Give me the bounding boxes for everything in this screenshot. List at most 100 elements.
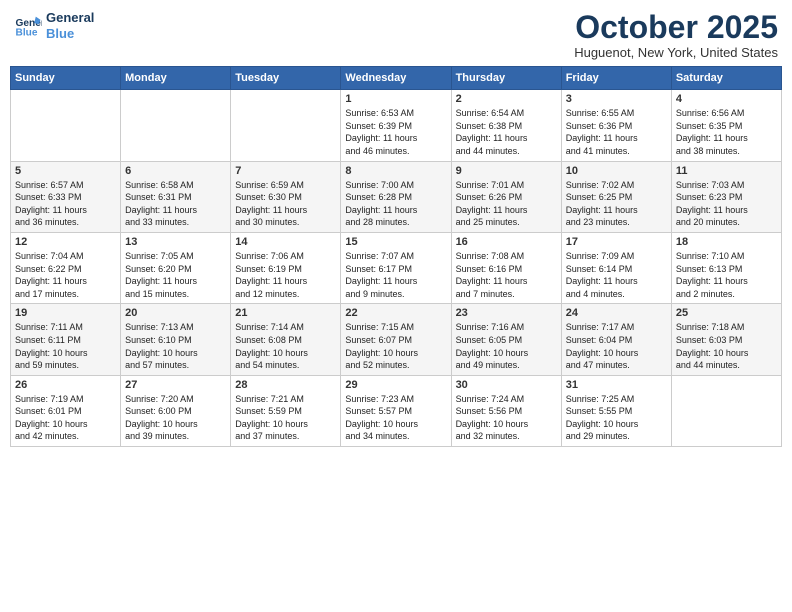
calendar-cell: 24 Sunrise: 7:17 AM Sunset: 6:04 PM Dayli… (561, 304, 671, 375)
day-info: Sunrise: 7:14 AM Sunset: 6:08 PM Dayligh… (235, 321, 336, 371)
day-info: Sunrise: 6:55 AM Sunset: 6:36 PM Dayligh… (566, 107, 667, 157)
day-info: Sunrise: 7:19 AM Sunset: 6:01 PM Dayligh… (15, 393, 116, 443)
day-info: Sunrise: 7:15 AM Sunset: 6:07 PM Dayligh… (345, 321, 446, 371)
day-info: Sunrise: 7:10 AM Sunset: 6:13 PM Dayligh… (676, 250, 777, 300)
day-header-saturday: Saturday (671, 67, 781, 90)
calendar-table: SundayMondayTuesdayWednesdayThursdayFrid… (10, 66, 782, 447)
day-number: 2 (456, 93, 557, 105)
day-header-thursday: Thursday (451, 67, 561, 90)
day-number: 20 (125, 307, 226, 319)
calendar-cell (671, 375, 781, 446)
day-number: 21 (235, 307, 336, 319)
day-number: 23 (456, 307, 557, 319)
day-info: Sunrise: 7:09 AM Sunset: 6:14 PM Dayligh… (566, 250, 667, 300)
calendar-header-row: SundayMondayTuesdayWednesdayThursdayFrid… (11, 67, 782, 90)
calendar-cell: 21 Sunrise: 7:14 AM Sunset: 6:08 PM Dayli… (231, 304, 341, 375)
day-info: Sunrise: 7:18 AM Sunset: 6:03 PM Dayligh… (676, 321, 777, 371)
day-info: Sunrise: 7:08 AM Sunset: 6:16 PM Dayligh… (456, 250, 557, 300)
calendar-cell: 26 Sunrise: 7:19 AM Sunset: 6:01 PM Dayli… (11, 375, 121, 446)
day-number: 27 (125, 379, 226, 391)
day-header-tuesday: Tuesday (231, 67, 341, 90)
day-number: 24 (566, 307, 667, 319)
day-info: Sunrise: 7:06 AM Sunset: 6:19 PM Dayligh… (235, 250, 336, 300)
day-number: 7 (235, 165, 336, 177)
day-number: 10 (566, 165, 667, 177)
day-number: 3 (566, 93, 667, 105)
day-info: Sunrise: 7:25 AM Sunset: 5:55 PM Dayligh… (566, 393, 667, 443)
day-info: Sunrise: 7:24 AM Sunset: 5:56 PM Dayligh… (456, 393, 557, 443)
day-info: Sunrise: 7:07 AM Sunset: 6:17 PM Dayligh… (345, 250, 446, 300)
day-info: Sunrise: 7:16 AM Sunset: 6:05 PM Dayligh… (456, 321, 557, 371)
calendar-cell (11, 90, 121, 161)
calendar-cell: 10 Sunrise: 7:02 AM Sunset: 6:25 PM Dayli… (561, 161, 671, 232)
day-number: 12 (15, 236, 116, 248)
calendar-cell: 12 Sunrise: 7:04 AM Sunset: 6:22 PM Dayli… (11, 232, 121, 303)
day-number: 30 (456, 379, 557, 391)
day-header-wednesday: Wednesday (341, 67, 451, 90)
day-number: 5 (15, 165, 116, 177)
day-number: 31 (566, 379, 667, 391)
calendar-cell: 22 Sunrise: 7:15 AM Sunset: 6:07 PM Dayli… (341, 304, 451, 375)
day-number: 28 (235, 379, 336, 391)
day-number: 17 (566, 236, 667, 248)
day-info: Sunrise: 7:11 AM Sunset: 6:11 PM Dayligh… (15, 321, 116, 371)
day-info: Sunrise: 6:59 AM Sunset: 6:30 PM Dayligh… (235, 179, 336, 229)
calendar-cell: 28Sunrise: 7:21 AM Sunset: 5:59 PM Dayli… (231, 375, 341, 446)
calendar-week-2: 5 Sunrise: 6:57 AM Sunset: 6:33 PM Daylig… (11, 161, 782, 232)
calendar-week-3: 12 Sunrise: 7:04 AM Sunset: 6:22 PM Dayli… (11, 232, 782, 303)
day-number: 4 (676, 93, 777, 105)
calendar-cell: 4Sunrise: 6:56 AM Sunset: 6:35 PM Daylig… (671, 90, 781, 161)
calendar-cell: 14 Sunrise: 7:06 AM Sunset: 6:19 PM Dayli… (231, 232, 341, 303)
day-info: Sunrise: 6:57 AM Sunset: 6:33 PM Dayligh… (15, 179, 116, 229)
day-info: Sunrise: 7:05 AM Sunset: 6:20 PM Dayligh… (125, 250, 226, 300)
calendar-cell: 1Sunrise: 6:53 AM Sunset: 6:39 PM Daylig… (341, 90, 451, 161)
day-info: Sunrise: 7:01 AM Sunset: 6:26 PM Dayligh… (456, 179, 557, 229)
calendar-cell: 15 Sunrise: 7:07 AM Sunset: 6:17 PM Dayli… (341, 232, 451, 303)
location-subtitle: Huguenot, New York, United States (574, 45, 778, 60)
calendar-cell: 31 Sunrise: 7:25 AM Sunset: 5:55 PM Dayli… (561, 375, 671, 446)
calendar-cell: 8Sunrise: 7:00 AM Sunset: 6:28 PM Daylig… (341, 161, 451, 232)
day-info: Sunrise: 7:23 AM Sunset: 5:57 PM Dayligh… (345, 393, 446, 443)
calendar-cell: 19 Sunrise: 7:11 AM Sunset: 6:11 PM Dayli… (11, 304, 121, 375)
calendar-cell: 13Sunrise: 7:05 AM Sunset: 6:20 PM Dayli… (121, 232, 231, 303)
day-info: Sunrise: 7:04 AM Sunset: 6:22 PM Dayligh… (15, 250, 116, 300)
calendar-cell: 5 Sunrise: 6:57 AM Sunset: 6:33 PM Daylig… (11, 161, 121, 232)
day-info: Sunrise: 7:20 AM Sunset: 6:00 PM Dayligh… (125, 393, 226, 443)
calendar-cell: 27 Sunrise: 7:20 AM Sunset: 6:00 PM Dayli… (121, 375, 231, 446)
day-header-monday: Monday (121, 67, 231, 90)
day-number: 16 (456, 236, 557, 248)
day-number: 6 (125, 165, 226, 177)
day-number: 11 (676, 165, 777, 177)
day-info: Sunrise: 6:54 AM Sunset: 6:38 PM Dayligh… (456, 107, 557, 157)
day-info: Sunrise: 6:58 AM Sunset: 6:31 PM Dayligh… (125, 179, 226, 229)
day-header-sunday: Sunday (11, 67, 121, 90)
calendar-cell: 3 Sunrise: 6:55 AM Sunset: 6:36 PM Daylig… (561, 90, 671, 161)
day-number: 14 (235, 236, 336, 248)
day-header-friday: Friday (561, 67, 671, 90)
day-number: 15 (345, 236, 446, 248)
day-number: 29 (345, 379, 446, 391)
calendar-week-5: 26 Sunrise: 7:19 AM Sunset: 6:01 PM Dayli… (11, 375, 782, 446)
title-block: October 2025 Huguenot, New York, United … (574, 10, 778, 60)
day-info: Sunrise: 7:03 AM Sunset: 6:23 PM Dayligh… (676, 179, 777, 229)
day-number: 26 (15, 379, 116, 391)
calendar-cell: 11 Sunrise: 7:03 AM Sunset: 6:23 PM Dayli… (671, 161, 781, 232)
calendar-week-4: 19 Sunrise: 7:11 AM Sunset: 6:11 PM Dayli… (11, 304, 782, 375)
calendar-cell: 29 Sunrise: 7:23 AM Sunset: 5:57 PM Dayli… (341, 375, 451, 446)
day-number: 22 (345, 307, 446, 319)
calendar-header: General Blue General Blue October 2025 H… (10, 10, 782, 60)
calendar-cell: 18Sunrise: 7:10 AM Sunset: 6:13 PM Dayli… (671, 232, 781, 303)
calendar-cell: 16 Sunrise: 7:08 AM Sunset: 6:16 PM Dayli… (451, 232, 561, 303)
calendar-cell: 25 Sunrise: 7:18 AM Sunset: 6:03 PM Dayli… (671, 304, 781, 375)
logo: General Blue General Blue (14, 10, 94, 41)
calendar-week-1: 1Sunrise: 6:53 AM Sunset: 6:39 PM Daylig… (11, 90, 782, 161)
day-number: 25 (676, 307, 777, 319)
calendar-cell (121, 90, 231, 161)
day-number: 19 (15, 307, 116, 319)
calendar-cell: 6 Sunrise: 6:58 AM Sunset: 6:31 PM Daylig… (121, 161, 231, 232)
calendar-cell: 23 Sunrise: 7:16 AM Sunset: 6:05 PM Dayli… (451, 304, 561, 375)
day-info: Sunrise: 7:17 AM Sunset: 6:04 PM Dayligh… (566, 321, 667, 371)
day-info: Sunrise: 6:53 AM Sunset: 6:39 PM Dayligh… (345, 107, 446, 157)
calendar-cell: 30 Sunrise: 7:24 AM Sunset: 5:56 PM Dayli… (451, 375, 561, 446)
day-info: Sunrise: 7:02 AM Sunset: 6:25 PM Dayligh… (566, 179, 667, 229)
